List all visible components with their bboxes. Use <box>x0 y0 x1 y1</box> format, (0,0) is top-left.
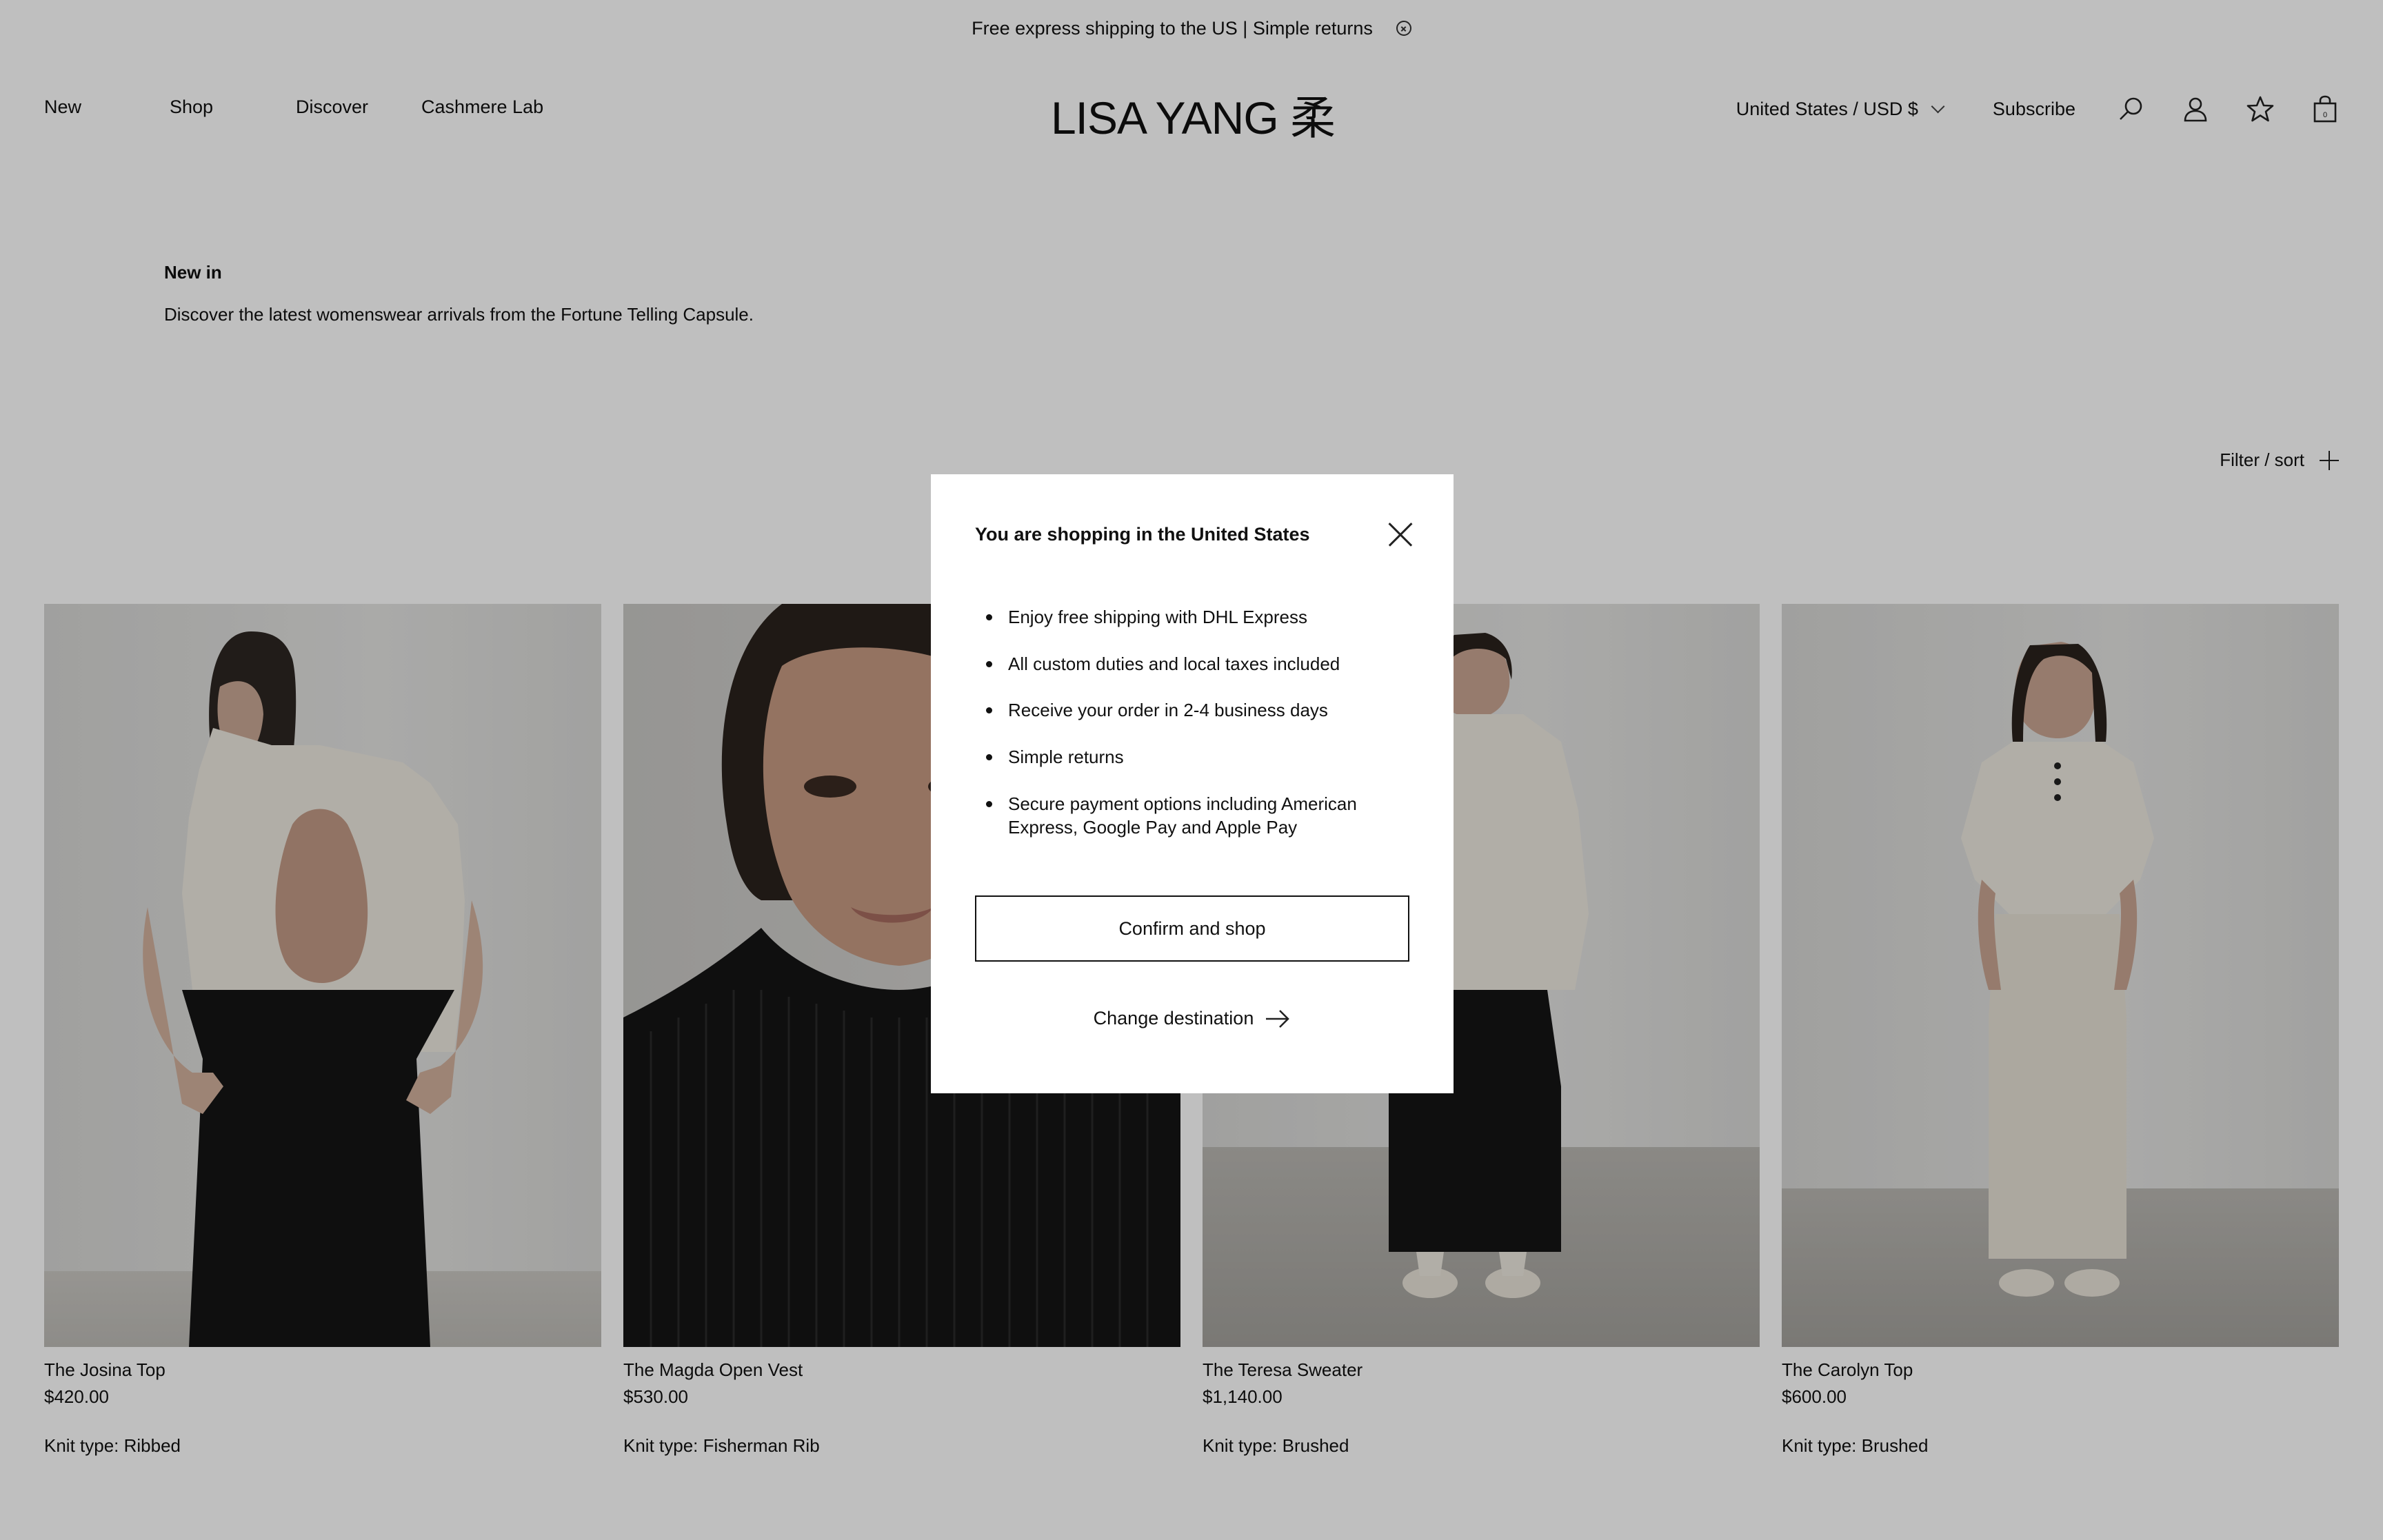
change-destination-link[interactable]: Change destination <box>931 1008 1454 1029</box>
benefits-list: Enjoy free shipping with DHL Express All… <box>975 605 1416 862</box>
list-item: Simple returns <box>975 745 1416 769</box>
list-item: Secure payment options including America… <box>975 792 1416 839</box>
page: Free express shipping to the US | Simple… <box>0 0 2383 1540</box>
shipping-destination-modal: You are shopping in the United States En… <box>931 474 1454 1093</box>
close-icon[interactable] <box>1389 523 1412 546</box>
modal-title: You are shopping in the United States <box>975 524 1310 545</box>
confirm-and-shop-button[interactable]: Confirm and shop <box>975 895 1409 962</box>
arrow-right-icon <box>1266 1009 1290 1028</box>
list-item: All custom duties and local taxes includ… <box>975 652 1416 676</box>
list-item: Enjoy free shipping with DHL Express <box>975 605 1416 629</box>
change-destination-label: Change destination <box>1093 1008 1254 1029</box>
list-item: Receive your order in 2-4 business days <box>975 698 1416 722</box>
